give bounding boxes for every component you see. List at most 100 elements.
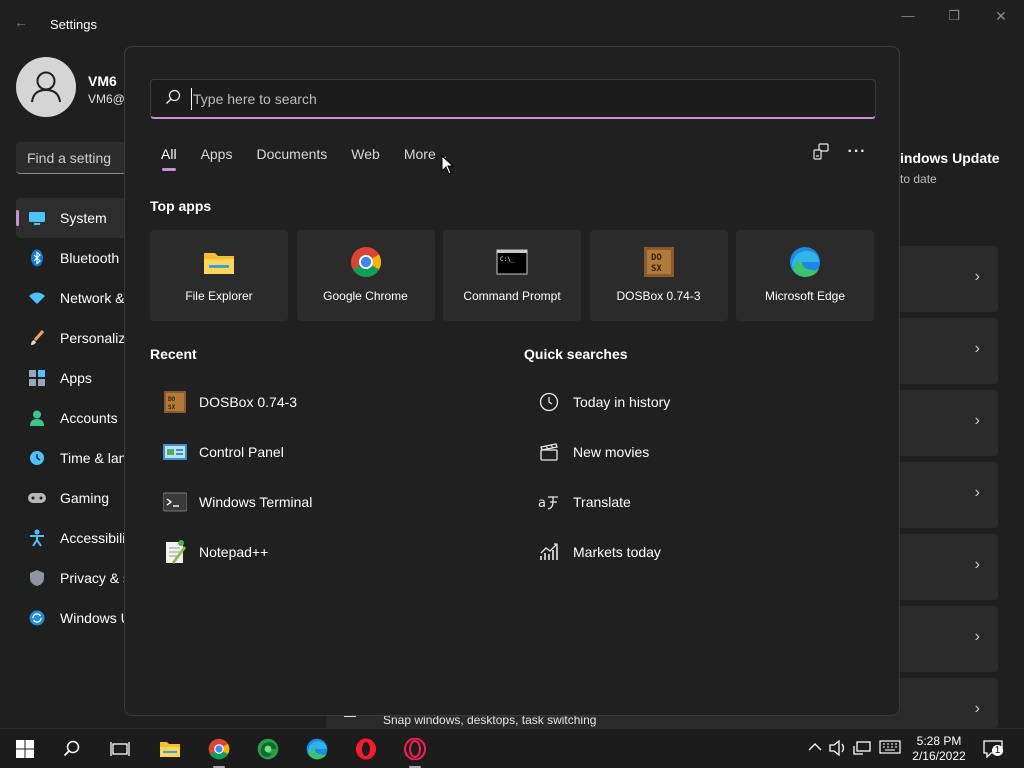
person-icon <box>28 409 46 427</box>
windows-logo-icon <box>16 740 34 758</box>
recent-item-dosbox[interactable]: DO SX DOSBox 0.74-3 <box>150 377 312 427</box>
settings-card[interactable]: › <box>898 678 998 728</box>
svg-text:a: a <box>538 496 546 511</box>
settings-card[interactable]: › <box>898 318 998 384</box>
chevron-right-icon: › <box>974 340 980 357</box>
gamepad-icon <box>28 489 46 507</box>
taskbar-search-button[interactable] <box>60 737 84 761</box>
windows-update-status: to date <box>900 172 937 186</box>
search-filter-tabs: All Apps Documents Web More ⌄ <box>161 145 472 171</box>
tab-web[interactable]: Web <box>351 145 380 169</box>
sidebar-item-label: Time & lan <box>60 450 127 466</box>
clapper-icon <box>537 440 561 464</box>
dosbox-icon: DOSX <box>163 390 187 414</box>
quick-searches-list: Today in history New movies a Translate … <box>524 377 670 577</box>
maximize-button[interactable]: ❐ <box>939 8 969 26</box>
device-switch-icon[interactable] <box>810 143 832 165</box>
speaker-icon[interactable] <box>829 739 847 758</box>
network-icon[interactable] <box>853 740 871 758</box>
edge-icon <box>306 738 328 760</box>
translate-icon: a <box>537 490 561 514</box>
shield-icon <box>28 569 46 587</box>
find-setting-placeholder: Find a setting <box>27 150 112 166</box>
taskbar-opera[interactable] <box>354 737 378 761</box>
quick-search-label: Markets today <box>573 544 661 560</box>
settings-card[interactable]: › <box>898 462 998 528</box>
clock-icon <box>537 390 561 414</box>
search-box[interactable] <box>150 79 876 119</box>
minimize-button[interactable]: — <box>893 8 923 26</box>
clock-icon <box>28 449 46 467</box>
svg-text:SX: SX <box>651 264 662 274</box>
title-bar: ← Settings — ❐ ✕ <box>0 0 1024 48</box>
search-input[interactable] <box>191 88 851 110</box>
clock-date: 2/16/2022 <box>912 749 966 763</box>
taskbar-edge-dev[interactable] <box>256 737 280 761</box>
recent-item-windows-terminal[interactable]: Windows Terminal <box>150 477 312 527</box>
quick-search-today-in-history[interactable]: Today in history <box>524 377 670 427</box>
recent-title: Recent <box>150 346 197 362</box>
close-button[interactable]: ✕ <box>986 8 1016 26</box>
settings-card[interactable]: › <box>898 534 998 600</box>
opera-gx-icon <box>404 738 426 760</box>
top-app-label: Command Prompt <box>463 289 561 303</box>
notepad-icon <box>163 540 187 564</box>
back-button[interactable]: ← <box>14 14 34 34</box>
person-icon <box>31 71 61 103</box>
settings-card[interactable]: › <box>898 390 998 456</box>
top-app-dosbox[interactable]: DO SX DOSBox 0.74-3 <box>589 230 728 321</box>
settings-card[interactable]: › <box>898 246 998 312</box>
terminal-icon <box>163 490 187 514</box>
taskbar-clock[interactable]: 5:28 PM 2/16/2022 <box>906 734 972 764</box>
top-app-microsoft-edge[interactable]: Microsoft Edge <box>736 230 874 321</box>
svg-text:C:\_: C:\_ <box>500 256 515 263</box>
svg-text:DO: DO <box>168 396 176 403</box>
quick-searches-title: Quick searches <box>524 346 628 362</box>
opera-icon <box>356 738 376 760</box>
folder-icon <box>204 253 234 274</box>
quick-search-markets-today[interactable]: Markets today <box>524 527 670 577</box>
keyboard-icon[interactable] <box>878 740 902 758</box>
top-app-label: Google Chrome <box>323 289 408 303</box>
notification-center-button[interactable]: 1 <box>983 740 1003 759</box>
sidebar-item-label: System <box>60 210 107 226</box>
more-options-icon[interactable]: ··· <box>846 143 868 165</box>
recent-item-label: Windows Terminal <box>199 494 313 510</box>
update-icon <box>28 609 46 627</box>
taskbar-edge[interactable] <box>305 737 329 761</box>
tab-apps[interactable]: Apps <box>201 145 233 169</box>
chevron-right-icon: › <box>974 484 980 501</box>
tab-documents[interactable]: Documents <box>256 145 327 169</box>
tab-all[interactable]: All <box>161 145 177 171</box>
search-icon <box>63 740 80 757</box>
notification-badge: 1 <box>992 745 1003 756</box>
quick-search-new-movies[interactable]: New movies <box>524 427 670 477</box>
recent-item-label: Control Panel <box>199 444 284 460</box>
taskbar-chrome[interactable] <box>207 737 231 761</box>
dosbox-icon: DOSX <box>643 247 674 277</box>
quick-search-translate[interactable]: a Translate <box>524 477 670 527</box>
chevron-up-icon[interactable] <box>806 740 824 758</box>
task-view-button[interactable] <box>108 737 132 761</box>
sidebar-item-label: Personaliz <box>60 330 126 346</box>
recent-item-notepad-plus-plus[interactable]: Notepad++ <box>150 527 312 577</box>
top-app-google-chrome[interactable]: Google Chrome <box>296 230 435 321</box>
taskbar-opera-gx[interactable] <box>403 737 427 761</box>
user-name: VM6 <box>88 73 117 89</box>
sidebar-item-label: Privacy & s <box>60 570 131 586</box>
bluetooth-icon <box>28 249 46 267</box>
sidebar-item-label: Network & <box>60 290 125 306</box>
top-app-file-explorer[interactable]: File Explorer <box>150 230 288 321</box>
taskbar-file-explorer[interactable] <box>158 737 182 761</box>
start-button[interactable] <box>13 737 37 761</box>
monitor-icon <box>28 209 46 227</box>
recent-item-control-panel[interactable]: Control Panel <box>150 427 312 477</box>
recent-item-label: DOSBox 0.74-3 <box>199 394 298 410</box>
chevron-right-icon: › <box>974 412 980 429</box>
avatar[interactable] <box>16 57 76 117</box>
settings-card[interactable]: › <box>898 606 998 672</box>
recent-item-label: Notepad++ <box>199 544 269 560</box>
recent-list: DO SX DOSBox 0.74-3 Control Panel Windows… <box>150 377 312 577</box>
top-app-command-prompt[interactable]: C:\_ Command Prompt <box>443 230 581 321</box>
mouse-cursor-icon <box>441 155 455 175</box>
